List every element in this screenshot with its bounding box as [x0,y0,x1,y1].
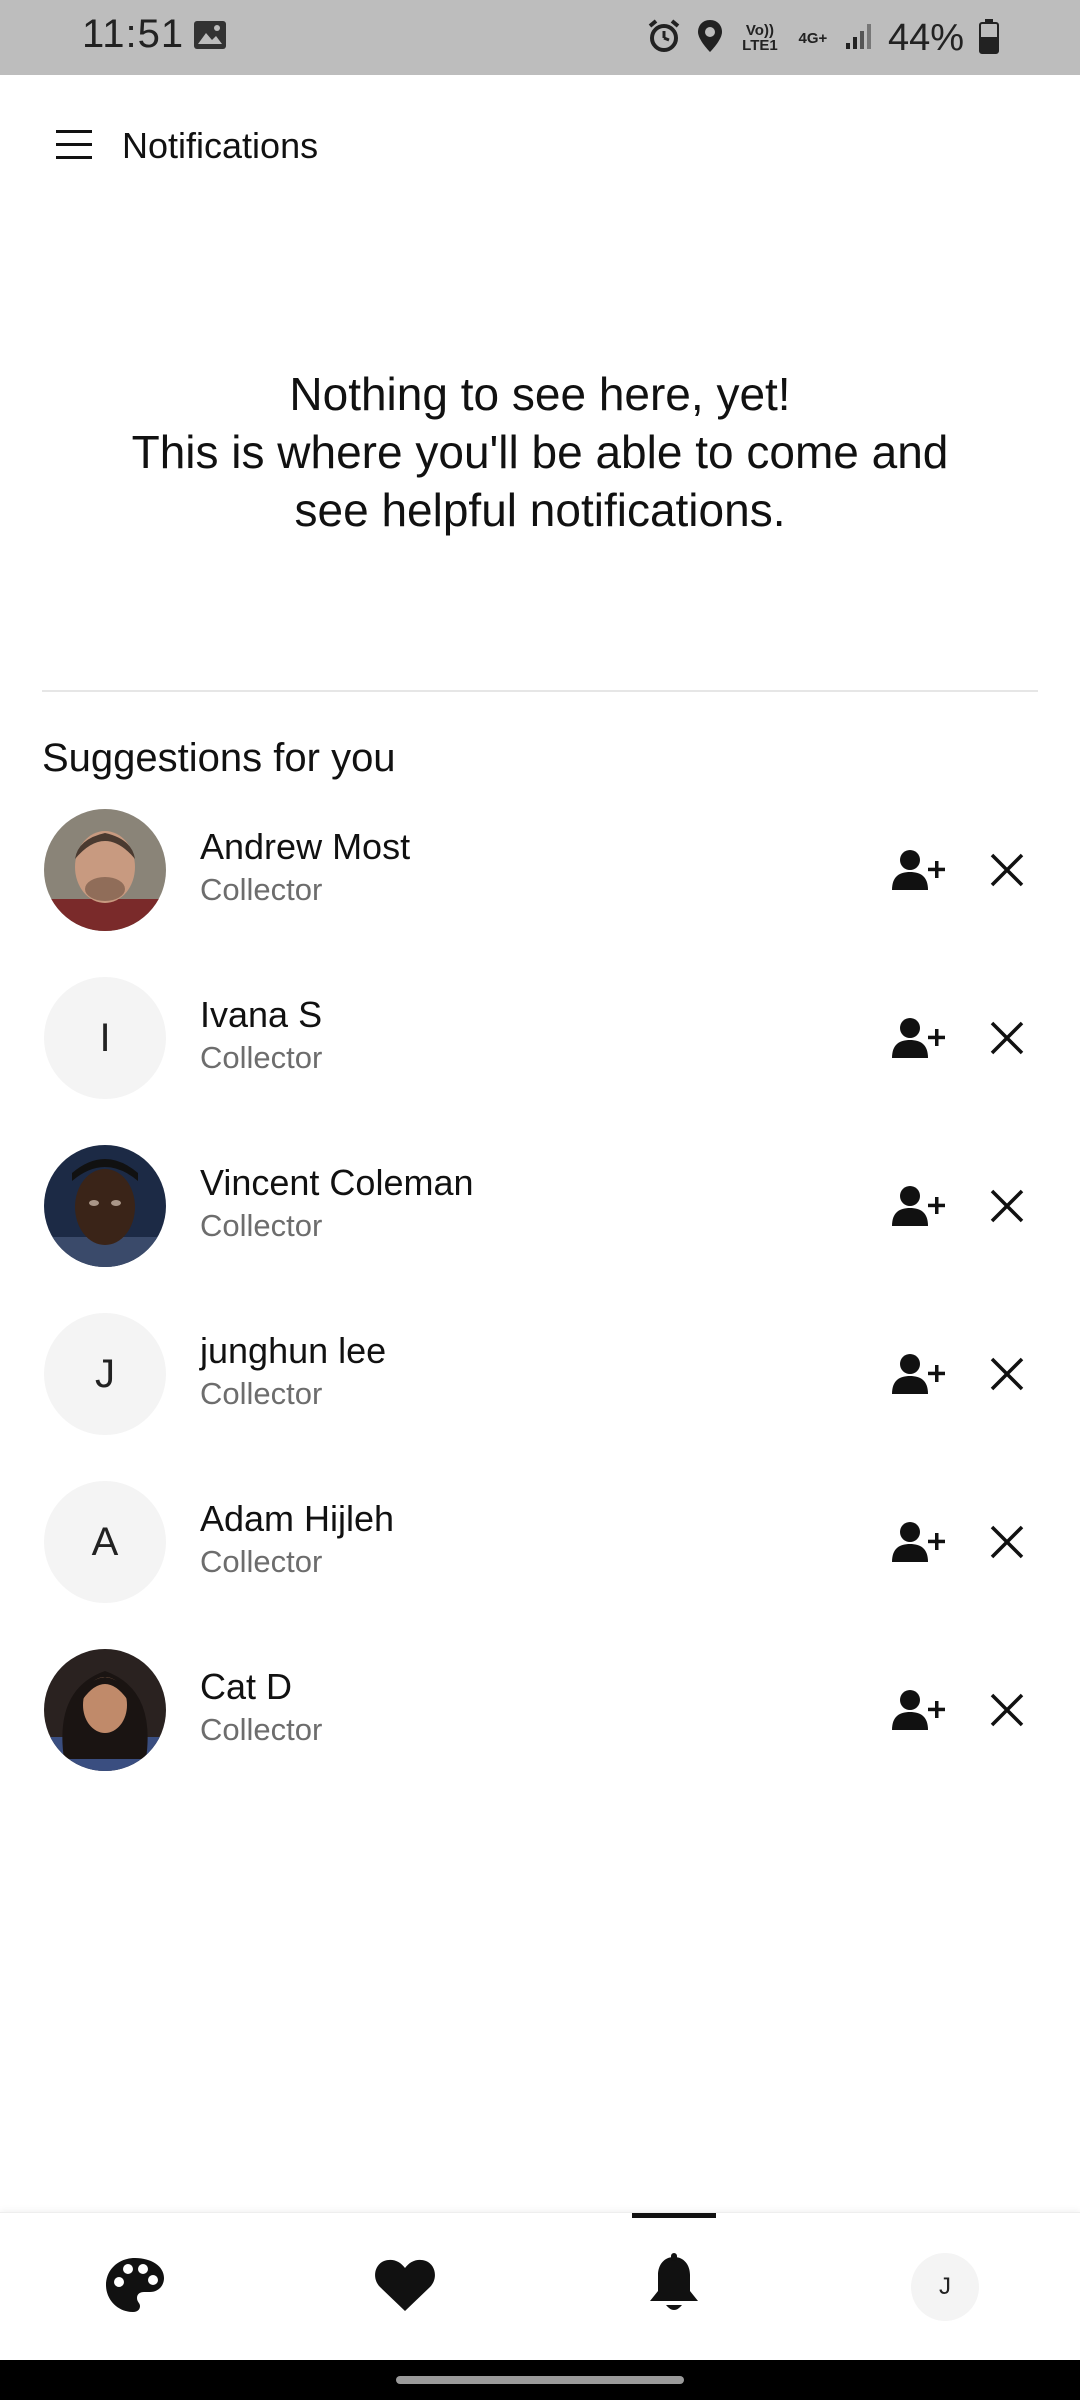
suggestion-name[interactable]: junghun lee [200,1330,386,1372]
suggestion-row[interactable]: Vincent Coleman Collector [0,1136,1080,1304]
heart-icon [374,2257,436,2318]
status-bar: 11:51 Vo)) LTE1 4G+ 44% [0,0,1080,75]
status-time: 11:51 [82,12,185,56]
avatar[interactable]: A [44,1481,166,1603]
nav-explore[interactable] [55,2213,215,2361]
suggestion-name[interactable]: Vincent Coleman [200,1162,474,1204]
avatar-photo [44,1145,166,1267]
palette-icon [104,2256,166,2319]
close-icon [989,1692,1025,1733]
suggestion-role: Collector [200,1376,323,1411]
follow-button[interactable] [888,1512,952,1576]
avatar[interactable] [44,1145,166,1267]
profile-avatar: J [911,2253,979,2321]
follow-button[interactable] [888,1344,952,1408]
page-title: Notifications [122,125,319,166]
follow-button[interactable] [888,840,952,904]
follow-button[interactable] [888,1008,952,1072]
avatar[interactable] [44,809,166,931]
volte-indicator: Vo)) LTE1 [742,22,778,54]
dismiss-button[interactable] [975,840,1039,904]
empty-state-line: see helpful notifications. [294,484,786,536]
suggestion-role: Collector [200,1040,323,1075]
empty-state-line: This is where you'll be able to come and [131,426,949,478]
suggestion-role: Collector [200,1712,323,1747]
battery-icon [978,18,1000,59]
suggestions-list: Andrew Most Collector I Ivana S Collecto… [0,800,1080,1808]
close-icon [989,1188,1025,1229]
suggestion-role: Collector [200,1208,323,1243]
suggestion-row[interactable]: Cat D Collector [0,1640,1080,1808]
menu-button[interactable] [42,115,106,179]
image-notification-icon [193,20,227,55]
add-user-icon [892,848,948,897]
avatar[interactable] [44,1649,166,1771]
bottom-navigation: J [0,2212,1080,2361]
empty-state-line: Nothing to see here, yet! [289,368,791,420]
dismiss-button[interactable] [975,1680,1039,1744]
add-user-icon [892,1184,948,1233]
avatar[interactable]: J [44,1313,166,1435]
avatar-photo [44,809,166,931]
dismiss-button[interactable] [975,1008,1039,1072]
avatar-photo [44,1649,166,1771]
suggestion-name[interactable]: Cat D [200,1666,292,1708]
dismiss-button[interactable] [975,1344,1039,1408]
close-icon [989,1020,1025,1061]
avatar[interactable]: I [44,977,166,1099]
close-icon [989,1524,1025,1565]
add-user-icon [892,1016,948,1065]
suggestion-name[interactable]: Andrew Most [200,826,410,868]
system-navigation-bar [0,2360,1080,2400]
add-user-icon [892,1352,948,1401]
hamburger-menu-icon [54,128,94,167]
empty-state-message: Nothing to see here, yet! This is where … [40,365,1040,539]
network-4g-indicator: 4G+ [798,29,828,47]
status-icons: Vo)) LTE1 4G+ 44% [646,14,1000,62]
location-icon [696,18,724,59]
section-divider [42,690,1038,692]
app-bar: Notifications [0,75,1080,223]
suggestion-row[interactable]: J junghun lee Collector [0,1304,1080,1472]
follow-button[interactable] [888,1176,952,1240]
dismiss-button[interactable] [975,1176,1039,1240]
add-user-icon [892,1520,948,1569]
home-gesture-handle[interactable] [396,2376,684,2384]
alarm-icon [646,18,682,59]
suggestion-row[interactable]: A Adam Hijleh Collector [0,1472,1080,1640]
nav-notifications[interactable] [594,2213,754,2361]
battery-percent: 44% [887,16,964,59]
dismiss-button[interactable] [975,1512,1039,1576]
suggestion-name[interactable]: Adam Hijleh [200,1498,394,1540]
nav-favorites[interactable] [325,2213,485,2361]
nav-profile[interactable]: J [865,2213,1025,2361]
suggestion-name[interactable]: Ivana S [200,994,322,1036]
suggestions-title: Suggestions for you [42,736,396,780]
suggestion-role: Collector [200,1544,323,1579]
suggestion-row[interactable]: Andrew Most Collector [0,800,1080,968]
bell-icon [646,2252,702,2322]
signal-icon [844,21,874,56]
suggestion-row[interactable]: I Ivana S Collector [0,968,1080,1136]
close-icon [989,1356,1025,1397]
follow-button[interactable] [888,1680,952,1744]
add-user-icon [892,1688,948,1737]
close-icon [989,852,1025,893]
suggestion-role: Collector [200,872,323,907]
